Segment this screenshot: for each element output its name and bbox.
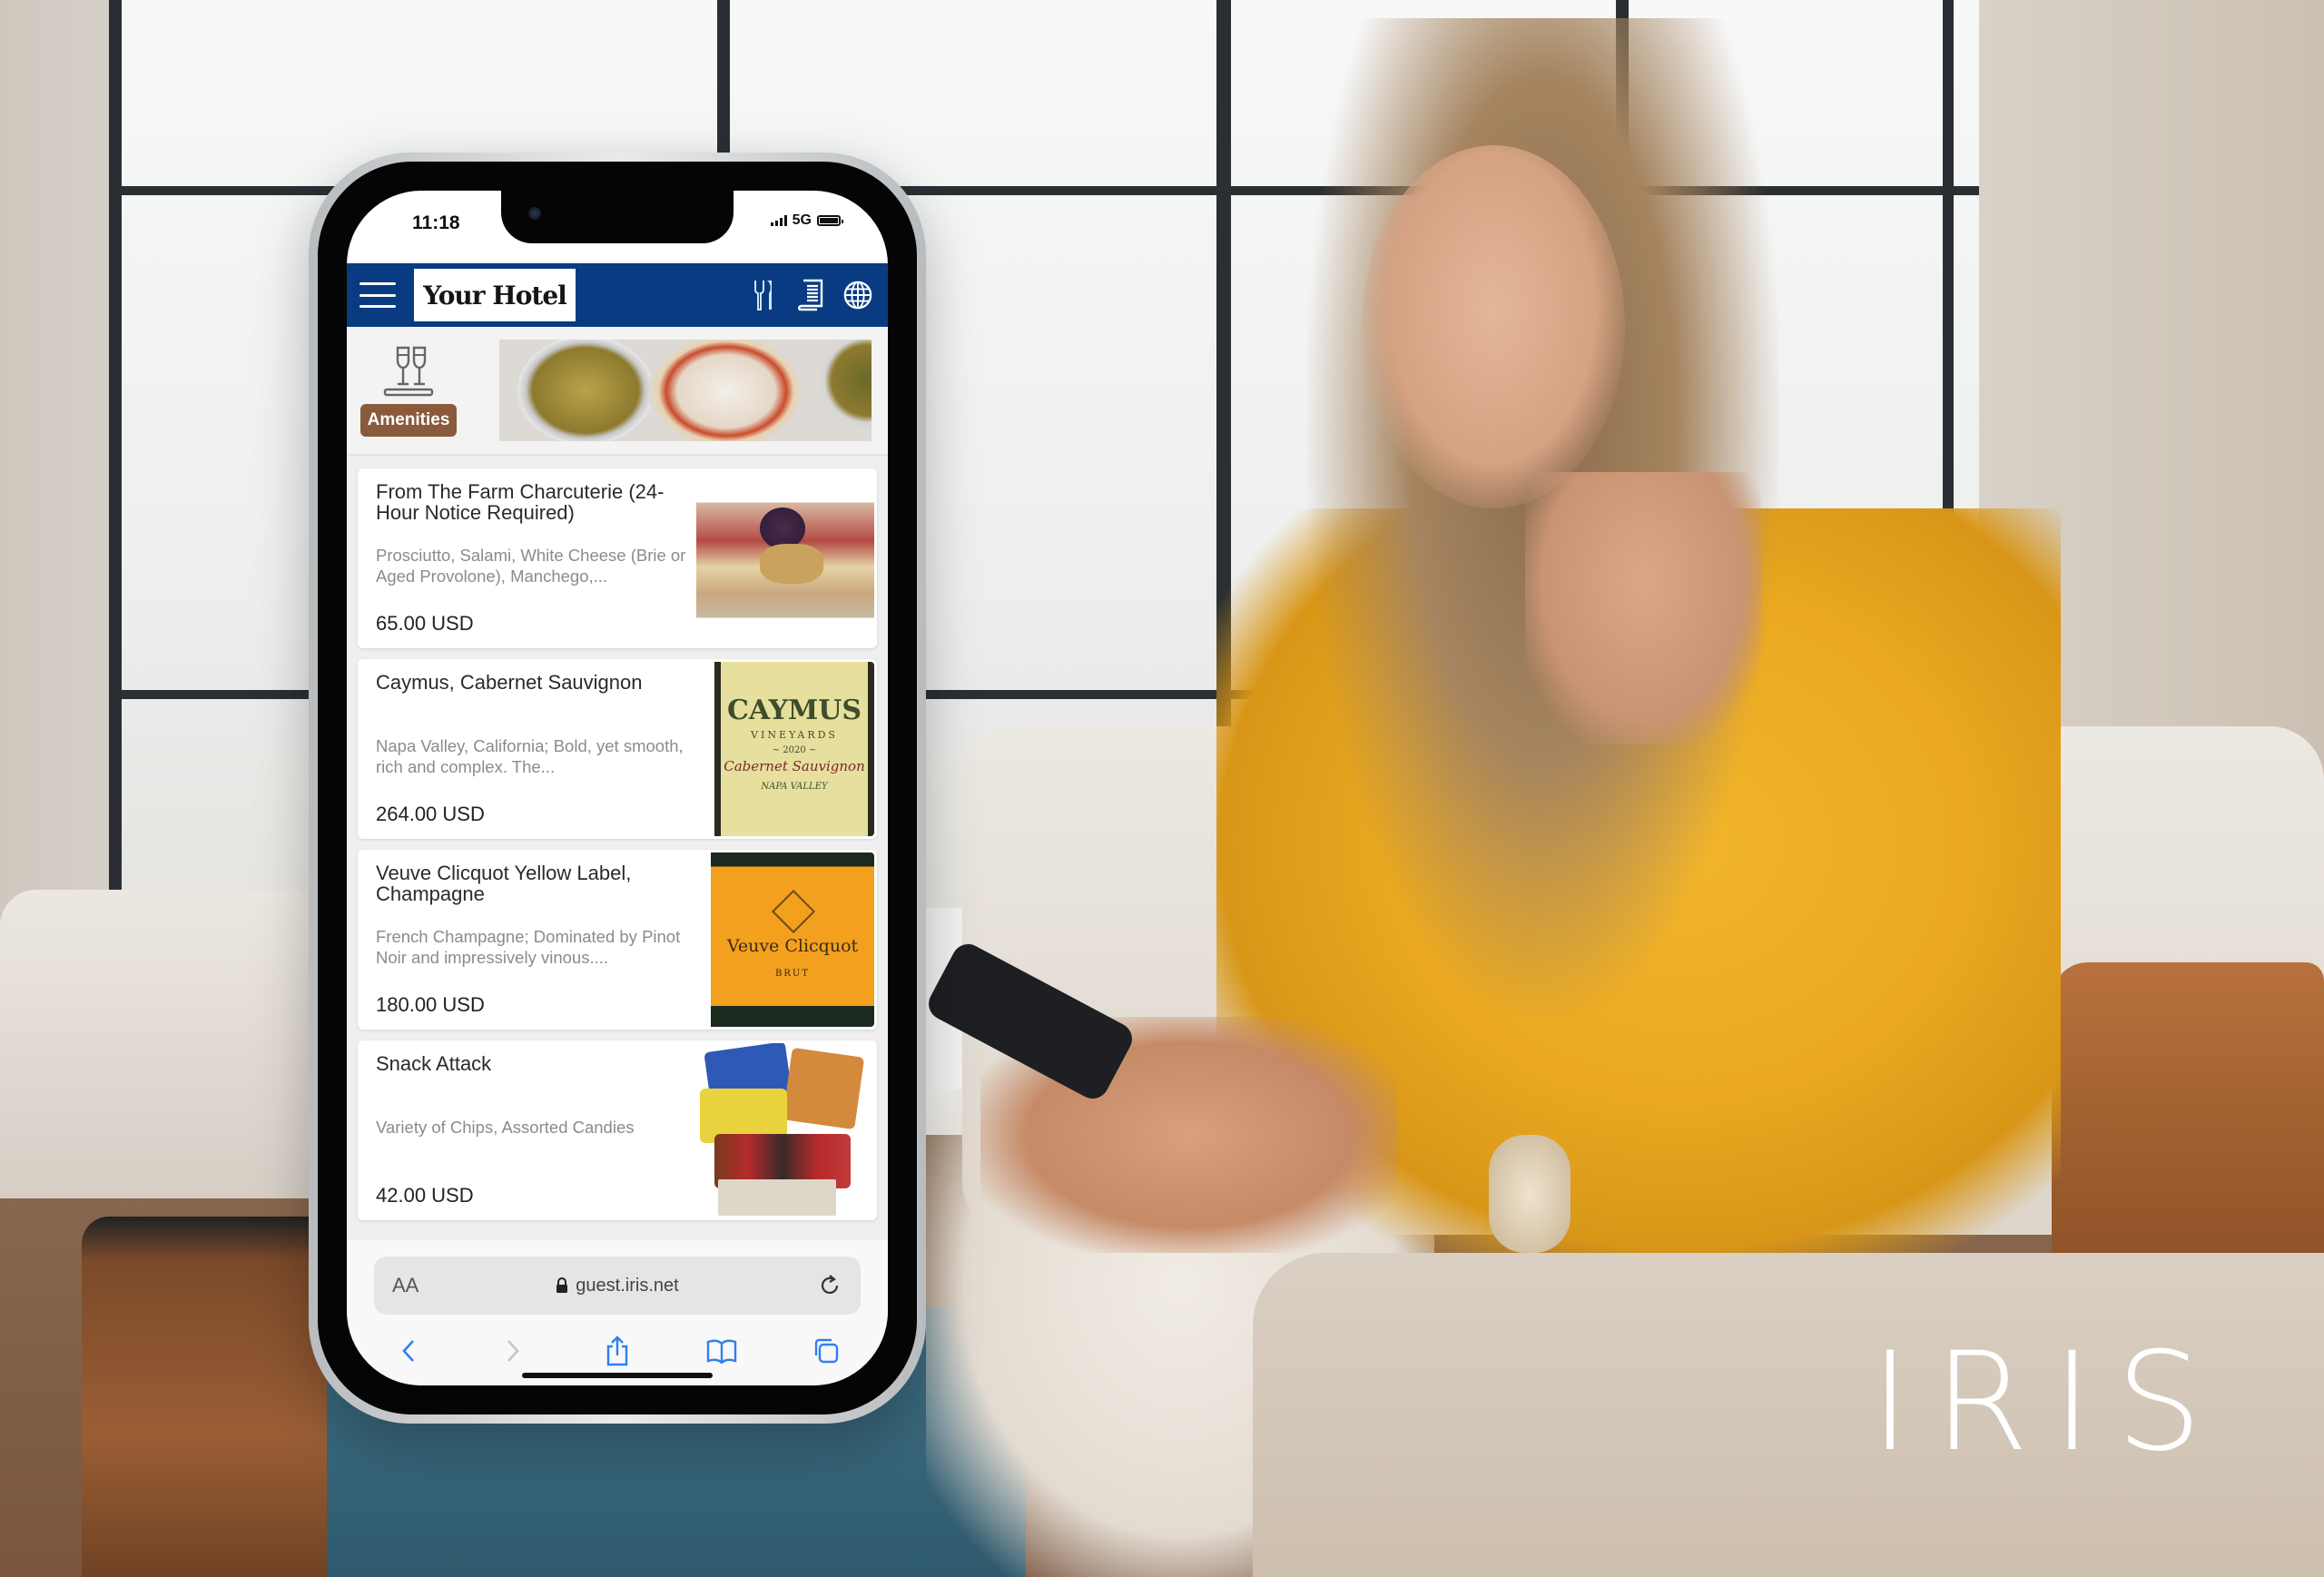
snack-basket-image: [696, 1043, 874, 1217]
dining-icon[interactable]: [748, 278, 779, 312]
menu-item[interactable]: Snack Attack Variety of Chips, Assorted …: [358, 1040, 877, 1220]
globe-icon[interactable]: [842, 278, 873, 312]
category-amenities[interactable]: Amenities: [358, 344, 459, 437]
signal-icon: [770, 215, 787, 226]
label-region: NAPA VALLEY: [761, 782, 828, 792]
item-name: Veuve Clicquot Yellow Label, Champagne: [376, 862, 632, 906]
lock-icon: [556, 1277, 568, 1293]
network-label: 5G: [792, 212, 812, 228]
phone-screen: 11:18 5G Your Hotel Amenities From The F…: [347, 191, 888, 1385]
caymus-label-image: CAYMUS VINEYARDS ~ 2020 ~ Cabernet Sauvi…: [714, 662, 874, 836]
reload-icon[interactable]: [817, 1273, 842, 1298]
phone-bezel: 11:18 5G Your Hotel Amenities From The F…: [318, 162, 917, 1414]
label-brand: CAYMUS: [726, 695, 862, 726]
charcuterie-image: [696, 471, 874, 646]
menu-item-text: Caymus, Cabernet Sauvignon Napa Valley, …: [358, 659, 707, 839]
phone-notch: [501, 191, 734, 243]
item-price: 180.00 USD: [376, 993, 485, 1016]
back-icon[interactable]: [389, 1331, 428, 1371]
champagne-glasses-icon: [383, 346, 434, 397]
iris-logo: IRIS: [1870, 1324, 2226, 1482]
share-icon[interactable]: [597, 1331, 637, 1371]
menu-list: From The Farm Charcuterie (24-Hour Notic…: [347, 456, 888, 1220]
url-display: guest.iris.net: [556, 1275, 679, 1296]
menu-item[interactable]: Veuve Clicquot Yellow Label, Champagne F…: [358, 850, 877, 1030]
menu-item-text: Veuve Clicquot Yellow Label, Champagne F…: [358, 850, 704, 1030]
text-size-button[interactable]: AA: [392, 1274, 419, 1297]
browser-toolbar: [347, 1329, 888, 1373]
status-time: 11:18: [412, 212, 460, 233]
hotel-name: Your Hotel: [423, 280, 567, 310]
nav-icons: [748, 278, 873, 312]
menu-item[interactable]: From The Farm Charcuterie (24-Hour Notic…: [358, 468, 877, 648]
page-content: Amenities From The Farm Charcuterie (24-…: [347, 327, 888, 1240]
item-description: Prosciutto, Salami, White Cheese (Brie o…: [376, 546, 686, 586]
battery-icon: [817, 215, 843, 226]
label-year: ~ 2020 ~: [772, 745, 817, 755]
forward-icon[interactable]: [493, 1331, 533, 1371]
hotel-logo[interactable]: Your Hotel: [414, 269, 576, 321]
menu-item-text: From The Farm Charcuterie (24-Hour Notic…: [358, 468, 696, 648]
label-sub: VINEYARDS: [751, 729, 838, 741]
item-description: Napa Valley, California; Bold, yet smoot…: [376, 736, 684, 777]
veuve-clicquot-image: Veuve Clicquot BRUT: [711, 853, 874, 1027]
hotel-navbar: Your Hotel: [347, 263, 888, 327]
item-name: Caymus, Cabernet Sauvignon: [376, 671, 643, 694]
item-price: 65.00 USD: [376, 612, 474, 635]
label-style: BRUT: [775, 969, 810, 979]
tabs-icon[interactable]: [806, 1331, 846, 1371]
item-description: French Champagne; Dominated by Pinot Noi…: [376, 927, 681, 968]
person-neck: [1525, 472, 1761, 744]
label-varietal: Cabernet Sauvignon: [724, 758, 865, 774]
bookmarks-icon[interactable]: [702, 1331, 742, 1371]
url-text: guest.iris.net: [576, 1275, 679, 1296]
front-camera: [528, 207, 541, 220]
home-indicator: [522, 1373, 713, 1378]
item-name: Snack Attack: [376, 1052, 492, 1075]
menu-item[interactable]: Caymus, Cabernet Sauvignon Napa Valley, …: [358, 659, 877, 839]
item-price: 42.00 USD: [376, 1184, 474, 1207]
category-label: Amenities: [359, 404, 458, 437]
item-name: From The Farm Charcuterie (24-Hour Notic…: [376, 480, 665, 525]
status-indicators: 5G: [770, 212, 843, 229]
item-price: 264.00 USD: [376, 803, 485, 825]
receipt-icon[interactable]: [795, 278, 826, 312]
menu-item-text: Snack Attack Variety of Chips, Assorted …: [358, 1040, 696, 1220]
food-banner-image[interactable]: [499, 340, 872, 441]
category-row: Amenities: [347, 327, 888, 456]
menu-icon[interactable]: [359, 282, 396, 308]
handbag: [2052, 962, 2324, 1262]
person-face: [1362, 145, 1625, 508]
wristwatch: [1489, 1135, 1571, 1253]
address-bar[interactable]: AA guest.iris.net: [374, 1257, 861, 1315]
browser-bar: AA guest.iris.net: [347, 1240, 888, 1385]
item-description: Variety of Chips, Assorted Candies: [376, 1118, 635, 1137]
phone-mockup: 11:18 5G Your Hotel Amenities From The F…: [309, 153, 926, 1424]
label-brand: Veuve Clicquot: [726, 936, 859, 956]
sofa: [0, 890, 327, 1198]
